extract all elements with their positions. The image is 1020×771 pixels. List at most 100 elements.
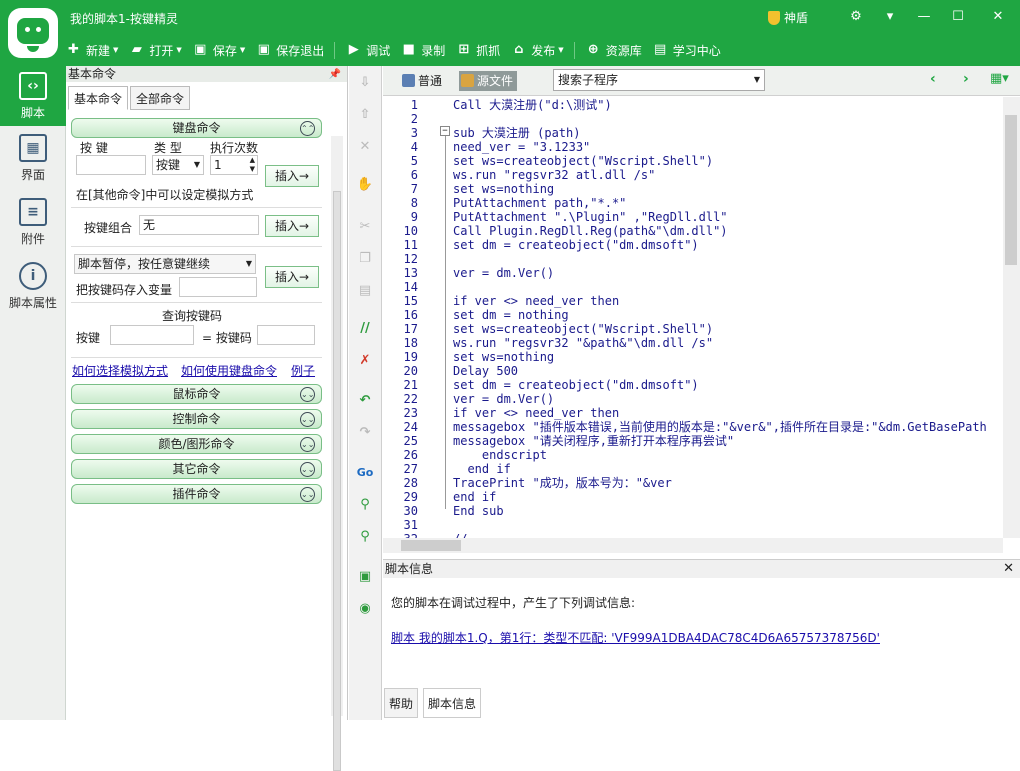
- pause-select[interactable]: 脚本暂停，按任意键继续 ▼: [74, 254, 256, 274]
- nav-ui[interactable]: ▦ 界面: [0, 134, 66, 186]
- debug-button[interactable]: ▶ 调试: [346, 42, 391, 59]
- comment-icon[interactable]: //: [356, 320, 374, 338]
- bookmark-icon[interactable]: ▣: [356, 568, 374, 586]
- code-line[interactable]: ws.run "regsvr32 atl.dll /s": [453, 168, 655, 182]
- pin-icon[interactable]: 📌: [329, 67, 341, 83]
- delete-icon[interactable]: ✕: [356, 138, 374, 156]
- shendun-button[interactable]: 神盾: [768, 9, 808, 26]
- nav-script[interactable]: ‹› 脚本: [0, 66, 66, 126]
- code-line[interactable]: if ver <> need_ver then: [453, 294, 619, 308]
- record-button[interactable]: ■ 录制: [401, 42, 446, 59]
- editor-vertical-scrollbar[interactable]: [1003, 97, 1020, 538]
- replace-icon[interactable]: ⚲: [356, 528, 374, 546]
- nav-script-properties[interactable]: i 脚本属性: [0, 262, 66, 314]
- menu-dropdown-icon[interactable]: ▾: [878, 6, 902, 28]
- key-input[interactable]: [76, 155, 146, 175]
- code-line[interactable]: Delay 500: [453, 364, 518, 378]
- code-line[interactable]: TracePrint "成功，版本号为："&ver: [453, 476, 672, 490]
- save-var-input[interactable]: [179, 277, 257, 297]
- code-line[interactable]: PutAttachment path,"*.*": [453, 196, 626, 210]
- error-link[interactable]: 脚本 我的脚本1.Q，第1行：类型不匹配: 'VF999A1DBA4DAC78C…: [391, 629, 880, 646]
- link-simulation-mode[interactable]: 如何选择模拟方式: [72, 362, 168, 379]
- view-icon[interactable]: ◉: [356, 600, 374, 618]
- hand-icon[interactable]: ✋: [356, 176, 374, 194]
- code-line[interactable]: set ws=nothing: [453, 350, 554, 364]
- insert-pause-button[interactable]: 插入→: [265, 266, 319, 288]
- keyboard-group-header[interactable]: 键盘命令 ⌃⌃: [71, 118, 322, 138]
- prev-arrow-icon[interactable]: ‹: [930, 71, 936, 87]
- code-line[interactable]: PutAttachment ".\Plugin" ,"RegDll.dll": [453, 210, 728, 224]
- maximize-button[interactable]: ☐: [946, 6, 970, 28]
- open-button[interactable]: ▰ 打开 ▼: [129, 42, 182, 59]
- redo-icon[interactable]: ↷: [356, 424, 374, 442]
- scrollbar-thumb[interactable]: [401, 540, 461, 551]
- minimize-button[interactable]: —: [912, 6, 936, 28]
- close-button[interactable]: ✕: [986, 6, 1010, 28]
- query-code-input[interactable]: [257, 325, 315, 345]
- new-button[interactable]: ✚ 新建 ▼: [66, 42, 118, 59]
- count-stepper[interactable]: 1 ▲ ▼: [210, 155, 258, 175]
- save-exit-button[interactable]: ▣ 保存退出: [256, 41, 336, 59]
- undo-icon[interactable]: ↶: [356, 392, 374, 410]
- code-line[interactable]: ver = dm.Ver(): [453, 392, 554, 406]
- code-line[interactable]: messagebox "插件版本错误,当前使用的版本是:"&ver&",插件所在…: [453, 420, 987, 434]
- learning-center-button[interactable]: ▤ 学习中心: [653, 42, 721, 59]
- move-down-icon[interactable]: ⇩: [356, 74, 374, 92]
- library-button[interactable]: ⊕ 资源库: [586, 42, 642, 59]
- cut-icon[interactable]: ✂: [356, 218, 374, 236]
- code-line[interactable]: sub 大漠注册 (path): [453, 126, 580, 140]
- code-line[interactable]: ver = dm.Ver(): [453, 266, 554, 280]
- combo-input[interactable]: 无: [139, 215, 259, 235]
- scrollbar-thumb[interactable]: [1005, 115, 1017, 265]
- layout-grid-icon[interactable]: ▦▾: [990, 71, 1009, 86]
- code-line[interactable]: set ws=createobject("Wscript.Shell"): [453, 154, 713, 168]
- code-line[interactable]: set ws=nothing: [453, 182, 554, 196]
- insert-button[interactable]: 插入→: [265, 165, 319, 187]
- group-other[interactable]: 其它命令 ⌄⌄: [71, 459, 322, 479]
- code-line[interactable]: need_ver = "3.1233": [453, 140, 590, 154]
- code-line[interactable]: endscript: [453, 448, 547, 462]
- type-select[interactable]: 按键 ▼: [152, 155, 204, 175]
- code-line[interactable]: end if: [453, 490, 496, 504]
- editor-horizontal-scrollbar[interactable]: [383, 538, 1003, 553]
- code-line[interactable]: if ver <> need_ver then: [453, 406, 619, 420]
- move-up-icon[interactable]: ⇧: [356, 106, 374, 124]
- uncomment-icon[interactable]: ✗: [356, 352, 374, 370]
- subroutine-search-select[interactable]: 搜索子程序 ▼: [553, 69, 765, 91]
- next-arrow-icon[interactable]: ›: [963, 71, 969, 87]
- settings-gear-icon[interactable]: ⚙: [844, 6, 868, 28]
- fold-toggle-icon[interactable]: −: [440, 126, 450, 136]
- nav-attachment[interactable]: ≡ 附件: [0, 198, 66, 250]
- find-icon[interactable]: ⚲: [356, 496, 374, 514]
- group-mouse[interactable]: 鼠标命令 ⌄⌄: [71, 384, 322, 404]
- code-line[interactable]: messagebox "请关闭程序,重新打开本程序再尝试": [453, 434, 734, 448]
- code-line[interactable]: End sub: [453, 504, 504, 518]
- scrollbar-thumb[interactable]: [333, 191, 341, 771]
- tab-basic-commands[interactable]: 基本命令: [68, 86, 129, 110]
- copy-icon[interactable]: ❐: [356, 250, 374, 268]
- code-line[interactable]: Call 大漠注册("d:\测试"): [453, 98, 612, 112]
- link-keyboard-usage[interactable]: 如何使用键盘命令: [181, 362, 277, 379]
- command-scrollbar[interactable]: [331, 136, 343, 771]
- save-button[interactable]: ▣ 保存 ▼: [193, 42, 245, 59]
- tab-source-view[interactable]: 源文件: [459, 71, 518, 91]
- group-control[interactable]: 控制命令 ⌄⌄: [71, 409, 322, 429]
- code-line[interactable]: set dm = createobject("dm.dmsoft"): [453, 378, 699, 392]
- tab-all-commands[interactable]: 全部命令: [130, 86, 191, 110]
- tab-normal-view[interactable]: 普通: [400, 71, 442, 91]
- group-plugin[interactable]: 插件命令 ⌄⌄: [71, 484, 322, 504]
- tab-script-info[interactable]: 脚本信息: [423, 688, 482, 718]
- group-color-image[interactable]: 颜色/图形命令 ⌄⌄: [71, 434, 322, 454]
- grab-button[interactable]: ⊞ 抓抓: [456, 42, 500, 59]
- close-icon[interactable]: ✕: [1003, 560, 1014, 578]
- link-example[interactable]: 例子: [291, 362, 315, 379]
- code-line[interactable]: set ws=createobject("Wscript.Shell"): [453, 322, 713, 336]
- code-editor[interactable]: − 1 Call 大漠注册("d:\测试") 2 3 sub 大漠注册 (path) 4 n…: [383, 97, 1003, 538]
- publish-button[interactable]: ⌂ 发布 ▼: [511, 41, 575, 59]
- tab-help[interactable]: 帮助: [384, 688, 419, 718]
- paste-icon[interactable]: ▤: [356, 282, 374, 300]
- goto-icon[interactable]: Go: [356, 464, 374, 482]
- code-line[interactable]: ws.run "regsvr32 "&path&"\dm.dll /s": [453, 336, 713, 350]
- code-line[interactable]: set dm = nothing: [453, 308, 569, 322]
- code-line[interactable]: end if: [453, 462, 510, 476]
